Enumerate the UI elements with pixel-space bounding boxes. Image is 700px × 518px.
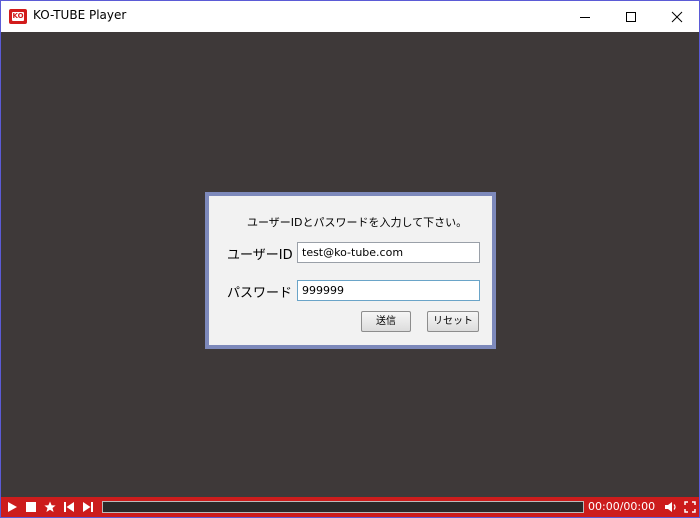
next-button[interactable]	[80, 499, 96, 515]
fullscreen-icon	[684, 501, 696, 513]
volume-icon	[665, 502, 676, 512]
user-id-label: ユーザーID	[227, 248, 293, 263]
password-label: パスワード	[227, 286, 293, 301]
minimize-button[interactable]	[562, 1, 608, 32]
time-display: 00:00/00:00	[588, 500, 656, 513]
favorite-button[interactable]	[42, 499, 58, 515]
play-button[interactable]	[4, 499, 20, 515]
login-dialog-body: ユーザーIDとパスワードを入力して下さい。 ユーザーID パスワード 送信 リセ…	[209, 196, 492, 345]
previous-icon	[64, 502, 74, 512]
login-dialog: ユーザーIDとパスワードを入力して下さい。 ユーザーID パスワード 送信 リセ…	[205, 192, 496, 349]
title-bar[interactable]: KO KO-TUBE Player	[1, 1, 699, 32]
fullscreen-button[interactable]	[682, 499, 698, 515]
password-input[interactable]	[297, 280, 480, 301]
user-id-input[interactable]	[297, 242, 480, 263]
send-button[interactable]: 送信	[361, 311, 411, 332]
volume-button[interactable]	[663, 499, 679, 515]
seek-bar[interactable]	[102, 501, 584, 513]
reset-button[interactable]: リセット	[427, 311, 479, 332]
stop-button[interactable]	[23, 499, 39, 515]
maximize-button[interactable]	[608, 1, 654, 32]
star-icon	[44, 501, 56, 512]
video-area: ユーザーIDとパスワードを入力して下さい。 ユーザーID パスワード 送信 リセ…	[1, 32, 699, 497]
window-title: KO-TUBE Player	[33, 8, 127, 22]
maximize-icon	[626, 11, 636, 22]
ko-tube-logo-icon: KO	[9, 9, 27, 24]
minimize-icon	[580, 16, 590, 18]
play-icon	[8, 502, 17, 512]
close-button[interactable]	[654, 1, 700, 32]
previous-button[interactable]	[61, 499, 77, 515]
next-icon	[83, 502, 93, 512]
player-control-bar: 00:00/00:00	[1, 497, 699, 517]
login-prompt: ユーザーIDとパスワードを入力して下さい。	[247, 216, 468, 229]
stop-icon	[26, 502, 36, 512]
close-icon	[671, 11, 683, 22]
app-window: KO KO-TUBE Player ユーザーIDとパスワードを入力して下さい。 …	[0, 0, 700, 518]
